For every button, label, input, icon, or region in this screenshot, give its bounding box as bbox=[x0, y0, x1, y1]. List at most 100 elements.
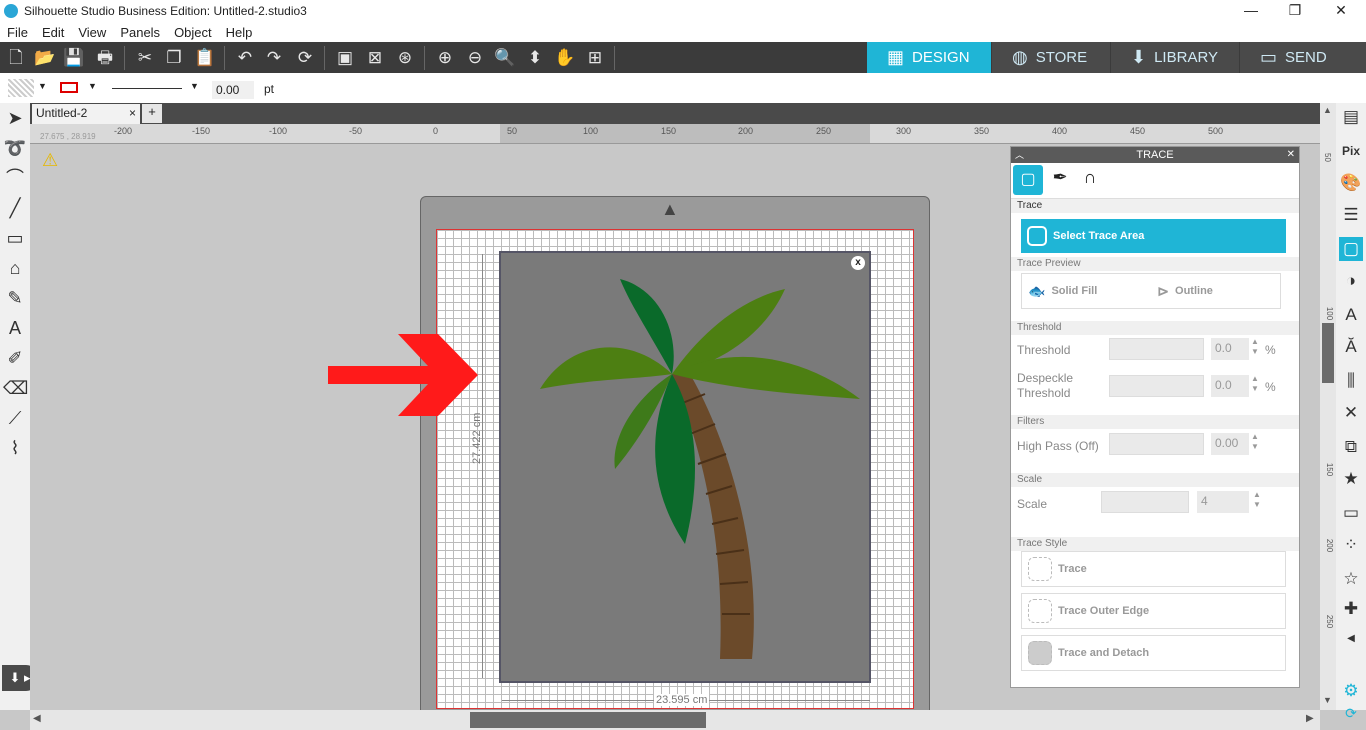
scale-spinner[interactable]: ▲ ▼ bbox=[1253, 490, 1261, 510]
replicate-icon[interactable]: ⧉ bbox=[1339, 435, 1363, 459]
line-style-icon[interactable]: ☰ bbox=[1339, 203, 1363, 227]
line-width-input[interactable]: 0.00 bbox=[212, 81, 254, 99]
trace-outer-edge-button[interactable]: Trace Outer Edge bbox=[1021, 593, 1286, 629]
scroll-left-icon[interactable]: ◀ bbox=[33, 713, 41, 724]
fill-dropdown-icon[interactable]: ▼ bbox=[38, 81, 47, 91]
scale-input[interactable]: 4 bbox=[1197, 491, 1249, 513]
ungroup-icon[interactable]: ⊠ bbox=[363, 46, 387, 70]
menu-object[interactable]: Object bbox=[167, 25, 219, 40]
restore-button[interactable]: ❐ bbox=[1280, 2, 1310, 19]
menu-help[interactable]: Help bbox=[219, 25, 260, 40]
sync-icon[interactable]: ⟳ bbox=[1339, 701, 1363, 725]
line-style-dropdown-icon[interactable]: ▼ bbox=[190, 81, 199, 91]
outline-option[interactable]: Outline bbox=[1175, 285, 1213, 297]
align-icon[interactable]: ⫼ bbox=[1339, 369, 1363, 393]
tab-library[interactable]: ⬇ LIBRARY bbox=[1111, 42, 1239, 73]
zoom-in-icon[interactable]: ⊕ bbox=[433, 46, 457, 70]
redraw-icon[interactable]: ⟳ bbox=[293, 46, 317, 70]
group-icon[interactable]: ▣ bbox=[333, 46, 357, 70]
settings-gear-icon[interactable]: ⚙ bbox=[1339, 679, 1363, 703]
pencil-tool-icon[interactable]: ✎ bbox=[3, 286, 27, 310]
eraser-tool-icon[interactable]: ⌫ bbox=[3, 376, 28, 400]
puzzle-icon[interactable]: ✚ bbox=[1339, 597, 1363, 621]
threshold-input[interactable]: 0.0 bbox=[1211, 338, 1249, 360]
close-window-button[interactable]: ✕ bbox=[1326, 2, 1356, 19]
trace-and-detach-button[interactable]: Trace and Detach bbox=[1021, 635, 1286, 671]
close-trace-area-icon[interactable]: x bbox=[851, 256, 865, 270]
line-style-preview[interactable] bbox=[112, 88, 182, 89]
scroll-up-icon[interactable]: ▲ bbox=[1323, 105, 1332, 115]
trace-button[interactable]: Trace bbox=[1021, 551, 1286, 587]
tab-send[interactable]: ▭ SEND bbox=[1240, 42, 1366, 73]
edit-points-icon[interactable]: ✐ bbox=[3, 346, 27, 370]
paste-icon[interactable]: 📋 bbox=[193, 46, 217, 70]
hand-pan-icon[interactable]: ✋ bbox=[553, 46, 577, 70]
threshold-spinner[interactable]: ▲ ▼ bbox=[1251, 337, 1259, 357]
dots-icon[interactable]: ⁘ bbox=[1339, 533, 1363, 557]
vertical-scroll-thumb[interactable] bbox=[1322, 323, 1334, 383]
palm-tree-image[interactable] bbox=[500, 274, 870, 664]
open-folder-icon[interactable]: 📂 bbox=[33, 46, 57, 70]
copy-icon[interactable]: ❐ bbox=[162, 46, 186, 70]
bezier-tool-icon[interactable]: ⌒ bbox=[3, 166, 27, 190]
zoom-select-icon[interactable]: 🔍 bbox=[493, 46, 517, 70]
high-pass-slider[interactable] bbox=[1109, 433, 1204, 455]
close-tab-button[interactable]: × bbox=[129, 106, 136, 120]
horizontal-scroll-thumb[interactable] bbox=[470, 712, 706, 728]
add-tab-button[interactable]: + bbox=[142, 104, 162, 123]
despeckle-slider[interactable] bbox=[1109, 375, 1204, 397]
zoom-out-icon[interactable]: ⊖ bbox=[463, 46, 487, 70]
polygon-tool-icon[interactable]: ⌂ bbox=[3, 256, 27, 280]
tab-untitled-2[interactable]: Untitled-2 × bbox=[32, 104, 140, 124]
page-setup-icon[interactable]: ▤ bbox=[1339, 105, 1363, 129]
scale-slider[interactable] bbox=[1101, 491, 1189, 513]
compound-icon[interactable]: ⊛ bbox=[393, 46, 417, 70]
despeckle-spinner[interactable]: ▲ ▼ bbox=[1251, 374, 1259, 394]
select-trace-area-button[interactable]: Select Trace Area bbox=[1021, 219, 1286, 253]
undo-icon[interactable]: ↶ bbox=[233, 46, 257, 70]
pan-vertical-icon[interactable]: ⬍ bbox=[523, 46, 547, 70]
close-panel-button[interactable]: ✕ bbox=[1287, 147, 1295, 163]
text-tool-icon[interactable]: A bbox=[3, 316, 27, 340]
menu-panels[interactable]: Panels bbox=[113, 25, 167, 40]
scroll-down-icon[interactable]: ▼ bbox=[1323, 695, 1332, 705]
text-style-icon[interactable]: A bbox=[1339, 303, 1363, 327]
new-file-icon[interactable]: 🗋 bbox=[4, 46, 28, 70]
knife-tool-icon[interactable]: ⟋ bbox=[3, 406, 27, 430]
contrast-icon[interactable]: ◑ bbox=[1339, 269, 1363, 293]
collapse-panel-icon[interactable]: ︿ bbox=[1015, 147, 1024, 163]
tab-design[interactable]: ▦ DESIGN bbox=[867, 42, 991, 73]
horizontal-scrollbar[interactable]: ◀ ▶ bbox=[30, 710, 1320, 730]
transform-icon[interactable]: ✕ bbox=[1339, 401, 1363, 425]
collapse-arrow-icon[interactable]: ◀ bbox=[1339, 627, 1363, 651]
trace-tab-icon[interactable]: ▢ bbox=[1013, 165, 1043, 195]
print-icon[interactable]: 🖶 bbox=[93, 46, 117, 70]
solid-fill-option[interactable]: Solid Fill bbox=[1051, 285, 1097, 297]
redo-icon[interactable]: ↷ bbox=[262, 46, 286, 70]
high-pass-input[interactable]: 0.00 bbox=[1211, 433, 1249, 455]
line-color-swatch[interactable] bbox=[60, 82, 78, 93]
scroll-right-icon[interactable]: ▶ bbox=[1306, 713, 1314, 724]
fill-pattern-swatch[interactable] bbox=[8, 79, 34, 97]
tab-store[interactable]: ◍ STORE bbox=[992, 42, 1110, 73]
threshold-slider[interactable] bbox=[1109, 338, 1204, 360]
eyedropper-tab-icon[interactable]: ✒ bbox=[1047, 167, 1073, 193]
cut-icon[interactable]: ✂ bbox=[133, 46, 157, 70]
vertical-ruler-scrollbar[interactable]: ▲ 50 100 150 200 250 ▼ bbox=[1320, 103, 1336, 710]
select-tool-icon[interactable]: ➤ bbox=[3, 106, 27, 130]
favorites-star-icon[interactable]: ★ bbox=[1339, 467, 1363, 491]
fill-color-icon[interactable]: 🎨 bbox=[1339, 171, 1363, 195]
trace-panel-icon[interactable]: ▢ bbox=[1339, 237, 1363, 261]
menu-view[interactable]: View bbox=[71, 25, 113, 40]
menu-file[interactable]: File bbox=[0, 25, 35, 40]
line-color-dropdown-icon[interactable]: ▼ bbox=[88, 81, 97, 91]
pixel-icon[interactable]: Pix bbox=[1339, 139, 1363, 163]
warning-icon[interactable]: ⚠ bbox=[42, 150, 58, 171]
menu-edit[interactable]: Edit bbox=[35, 25, 71, 40]
magnet-tab-icon[interactable]: ∩ bbox=[1077, 167, 1103, 193]
eyedropper-tool-icon[interactable]: ⌇ bbox=[3, 436, 27, 460]
fit-page-icon[interactable]: ⊞ bbox=[583, 46, 607, 70]
line-tool-icon[interactable]: ╱ bbox=[3, 196, 27, 220]
star-outline-icon[interactable]: ☆ bbox=[1339, 567, 1363, 591]
rectangle-tool-icon[interactable]: ▭ bbox=[3, 226, 27, 250]
